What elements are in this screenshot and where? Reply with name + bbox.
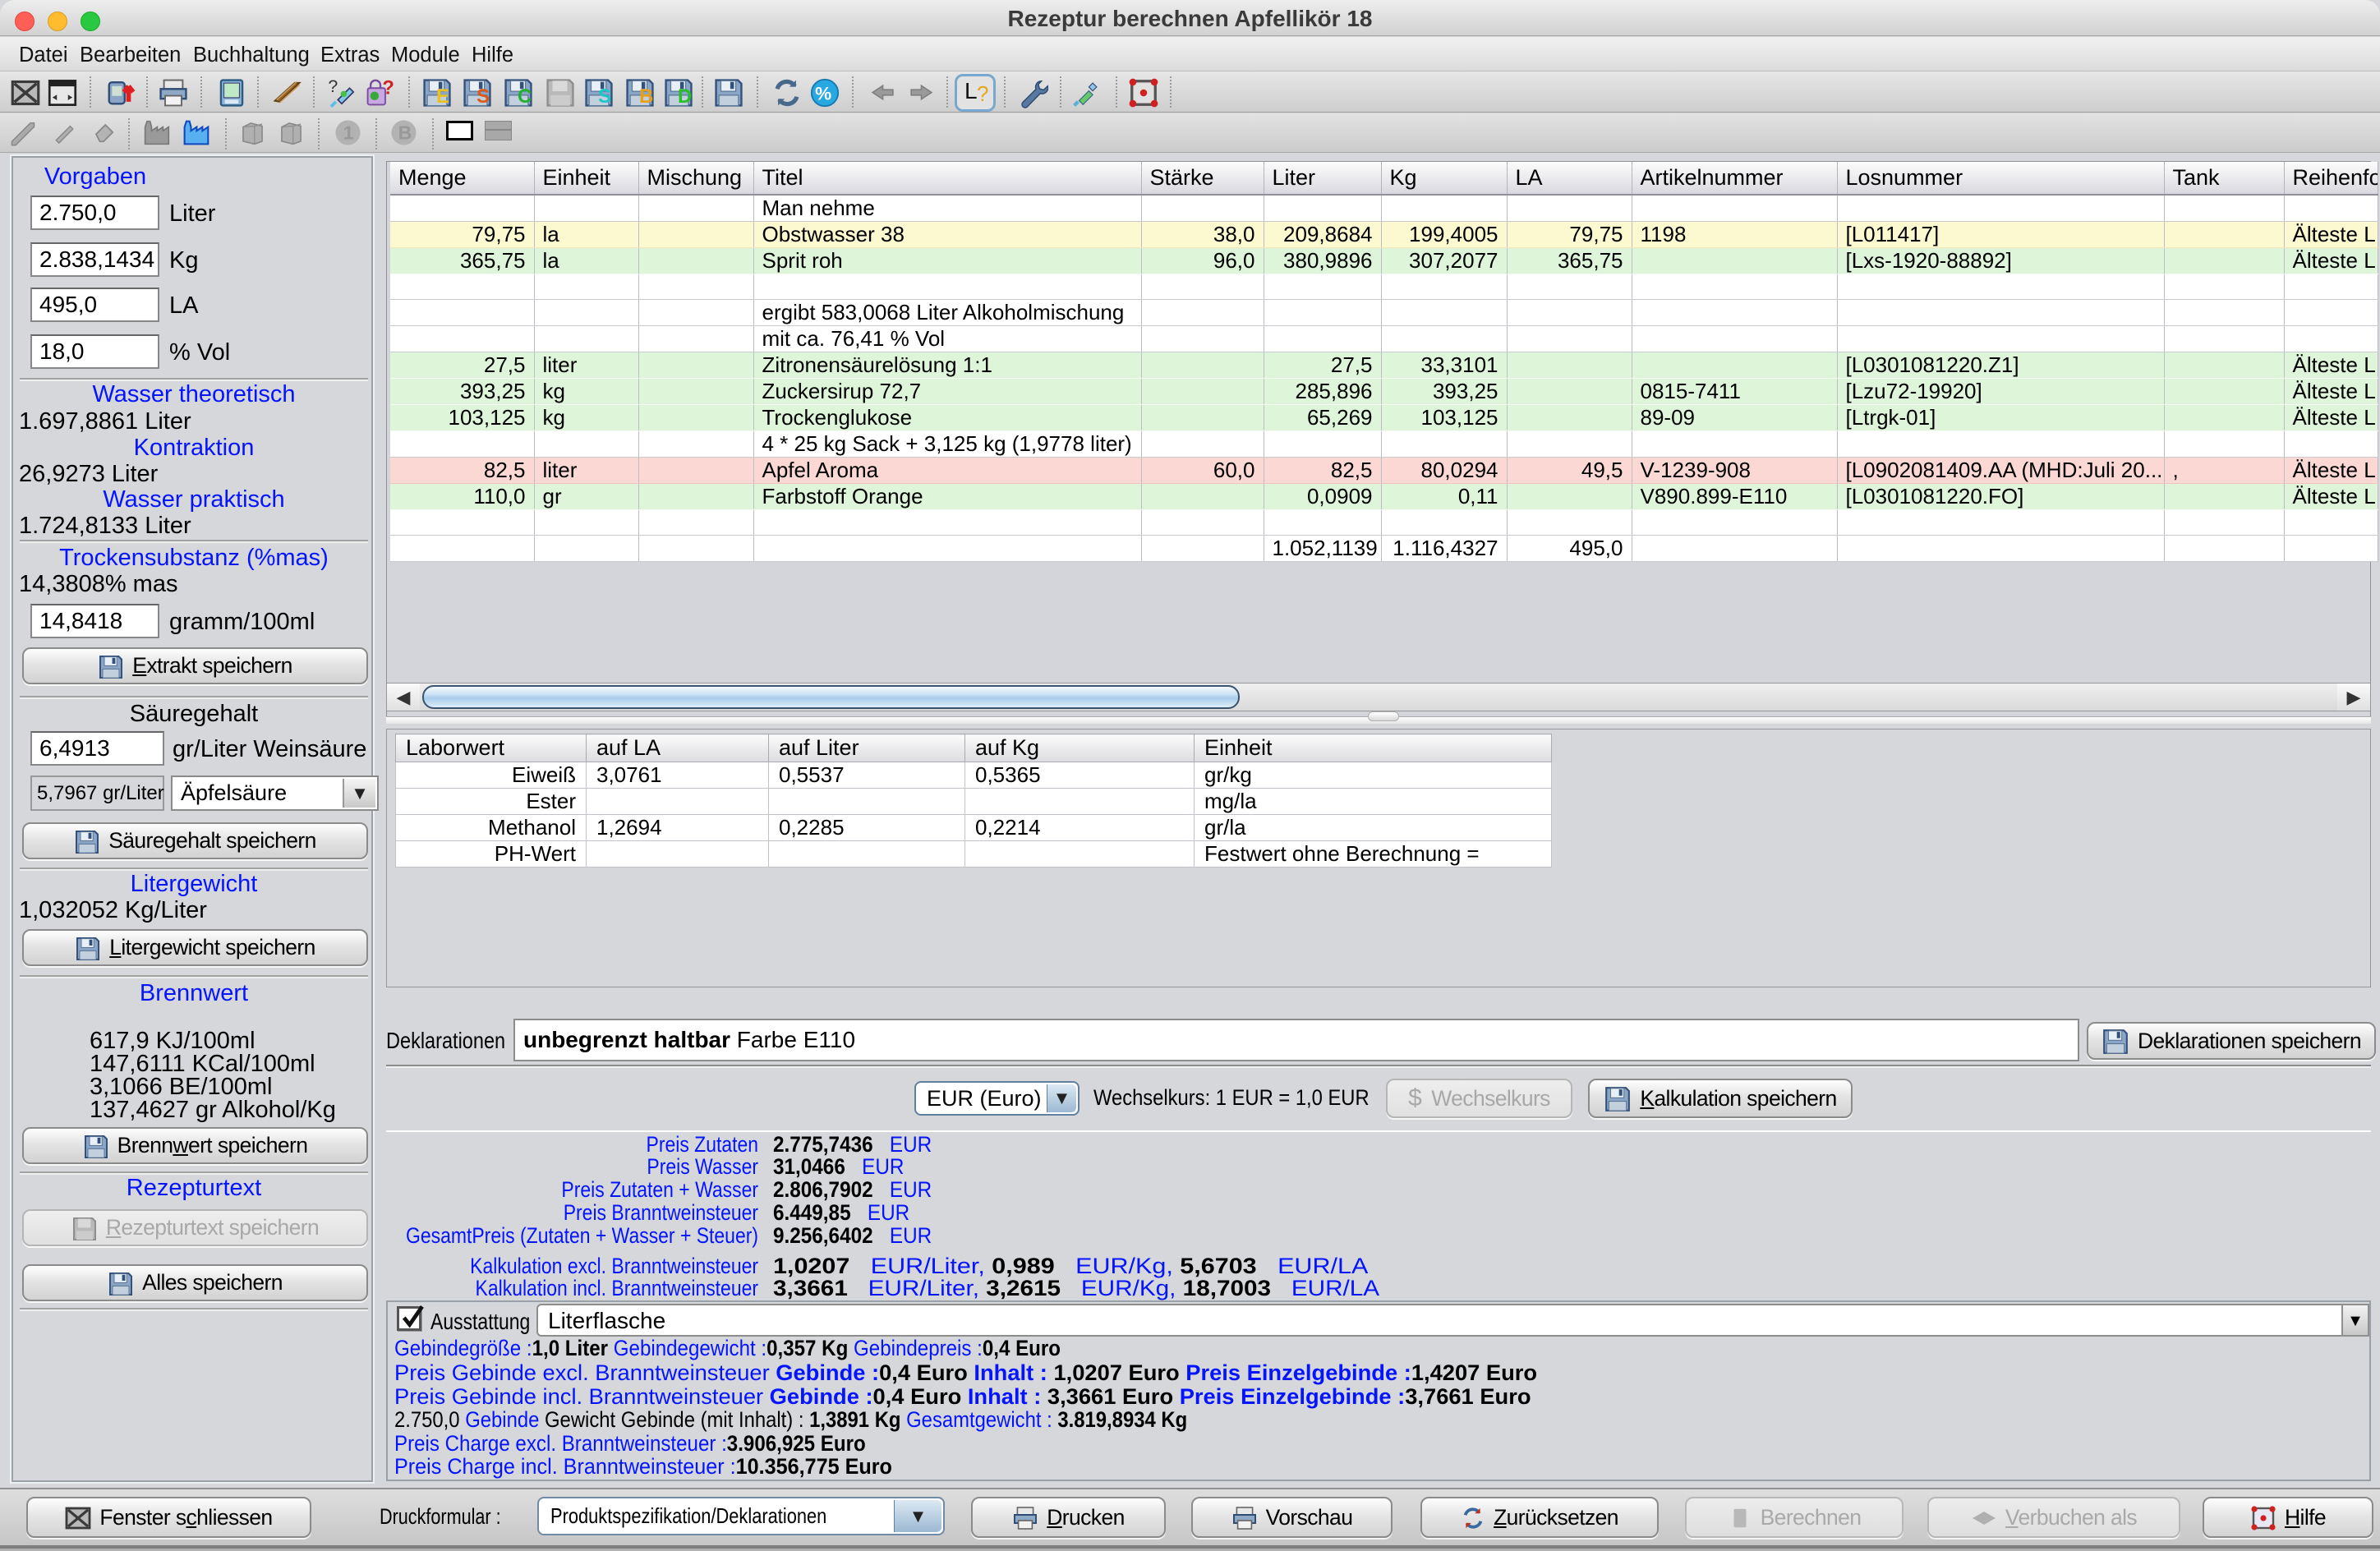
svg-text:B: B — [398, 122, 412, 144]
svg-text:?: ? — [382, 76, 394, 99]
svg-text:1: 1 — [343, 122, 354, 144]
svg-text:%: % — [815, 83, 831, 104]
svg-text:?: ? — [328, 76, 338, 96]
